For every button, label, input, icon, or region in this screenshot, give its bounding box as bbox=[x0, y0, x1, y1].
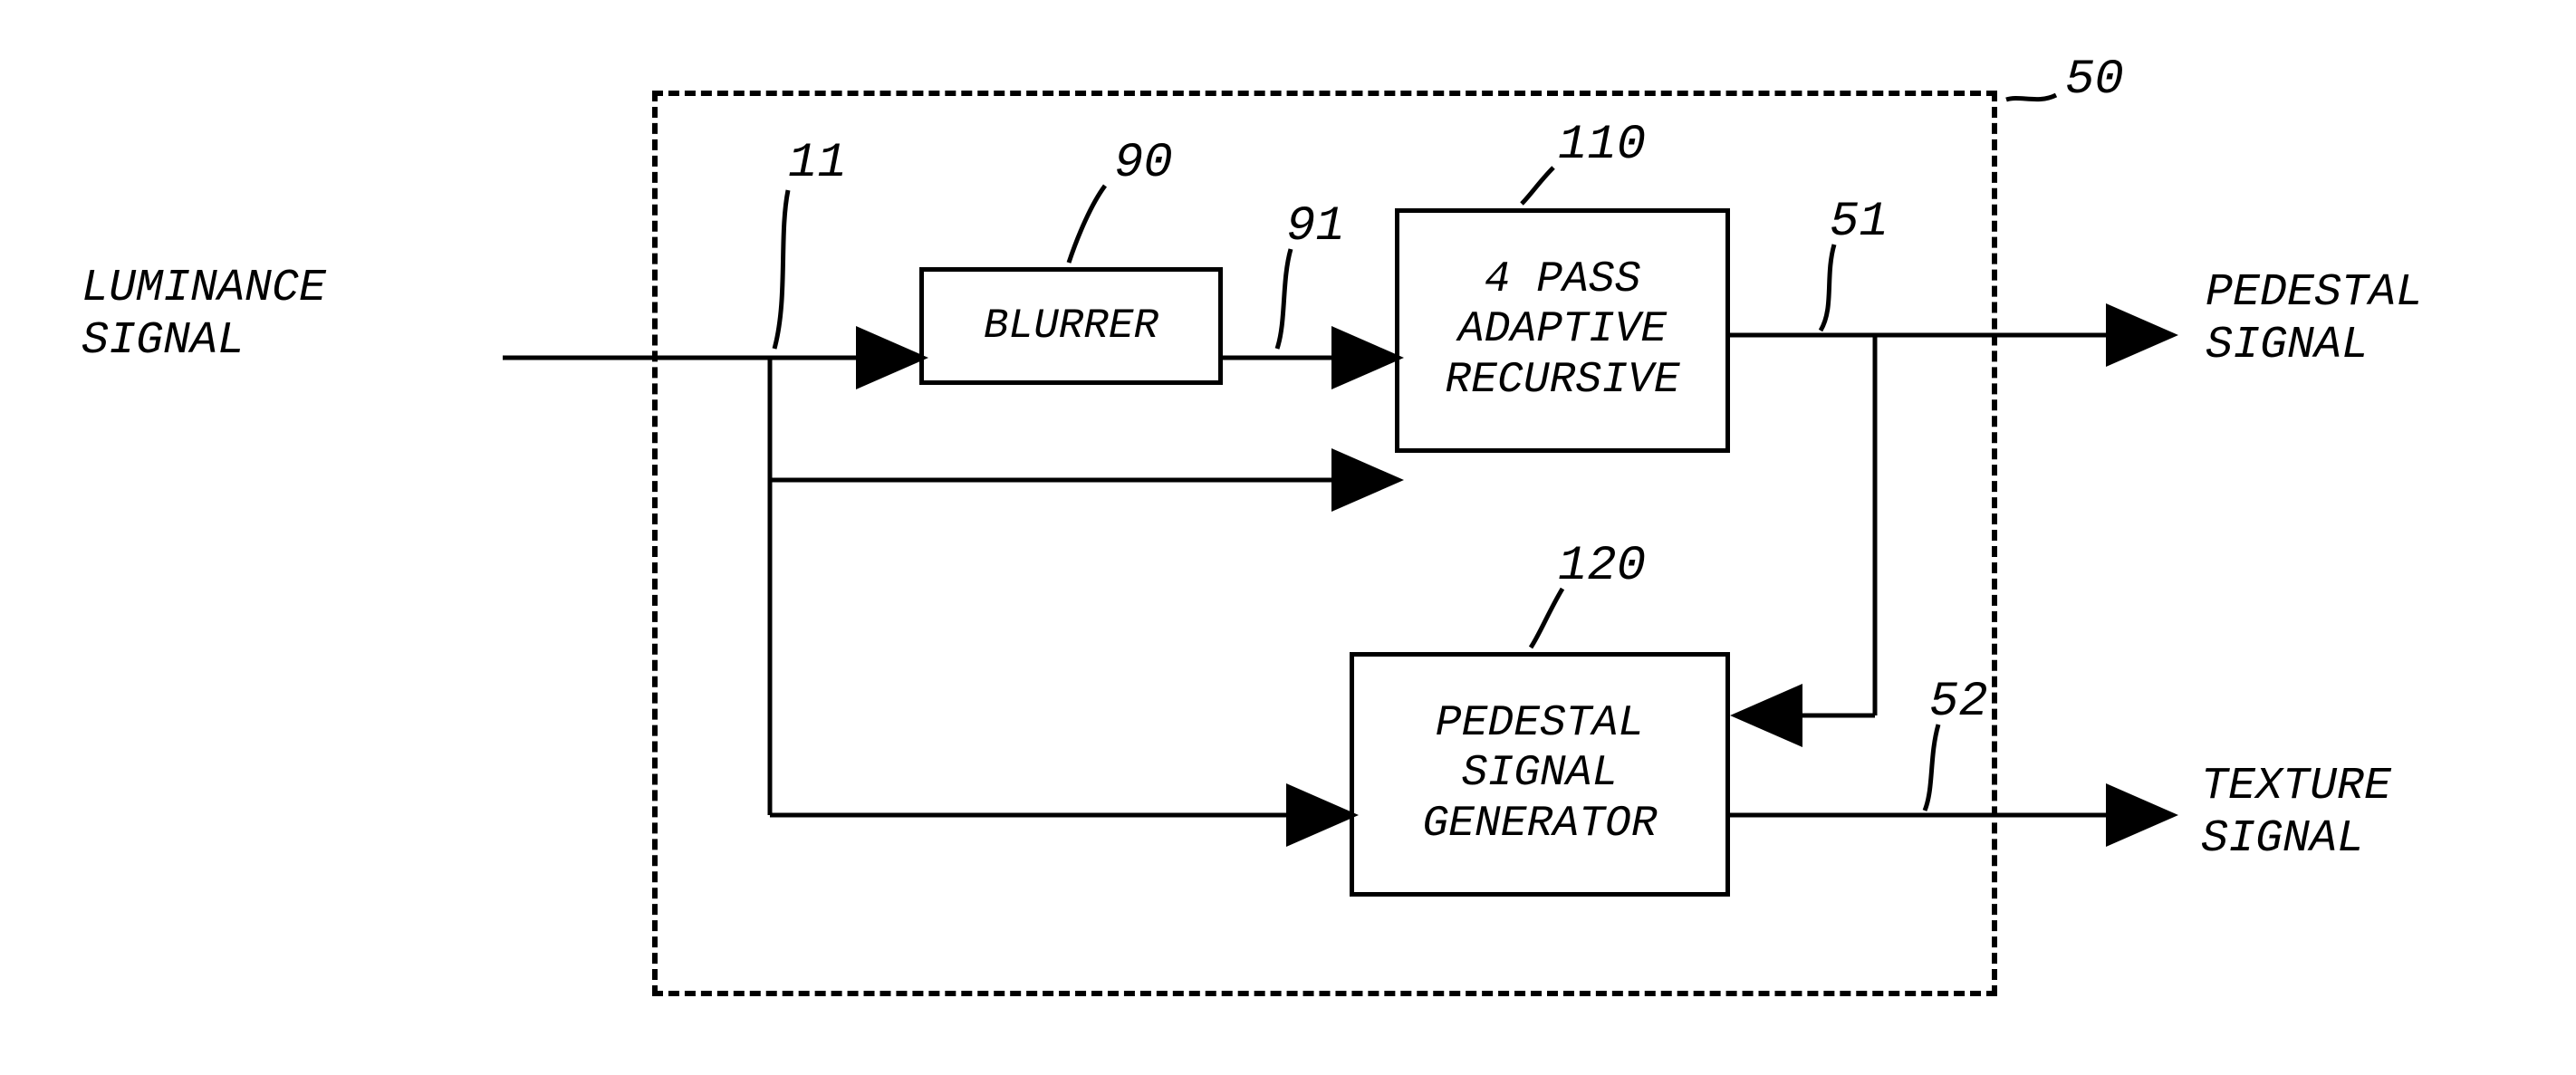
block-adaptive: 4 PASS ADAPTIVE RECURSIVE bbox=[1395, 208, 1730, 453]
block-adaptive-label: 4 PASS ADAPTIVE RECURSIVE bbox=[1416, 255, 1709, 406]
ref-module: 50 bbox=[2065, 53, 2124, 108]
ref-luminance-wire: 11 bbox=[788, 136, 847, 191]
ref-blur-out: 91 bbox=[1286, 199, 1345, 254]
output-pedestal-label: PEDESTAL SIGNAL bbox=[2206, 267, 2423, 371]
diagram-canvas: BLURRER 4 PASS ADAPTIVE RECURSIVE PEDEST… bbox=[0, 0, 2576, 1075]
block-pedgen-label: PEDESTAL SIGNAL GENERATOR bbox=[1370, 699, 1709, 849]
input-luminance-label: LUMINANCE SIGNAL bbox=[82, 263, 326, 367]
ref-adaptive: 110 bbox=[1558, 118, 1646, 173]
block-blurrer-label: BLURRER bbox=[984, 302, 1158, 350]
ref-pedgen: 120 bbox=[1558, 539, 1646, 594]
ref-texture-out: 52 bbox=[1929, 675, 1988, 730]
ref-pedestal-out: 51 bbox=[1830, 195, 1889, 250]
output-texture-label: TEXTURE SIGNAL bbox=[2201, 761, 2391, 865]
block-pedgen: PEDESTAL SIGNAL GENERATOR bbox=[1350, 652, 1730, 897]
ref-blurrer: 90 bbox=[1114, 136, 1173, 191]
block-blurrer: BLURRER bbox=[919, 267, 1223, 385]
